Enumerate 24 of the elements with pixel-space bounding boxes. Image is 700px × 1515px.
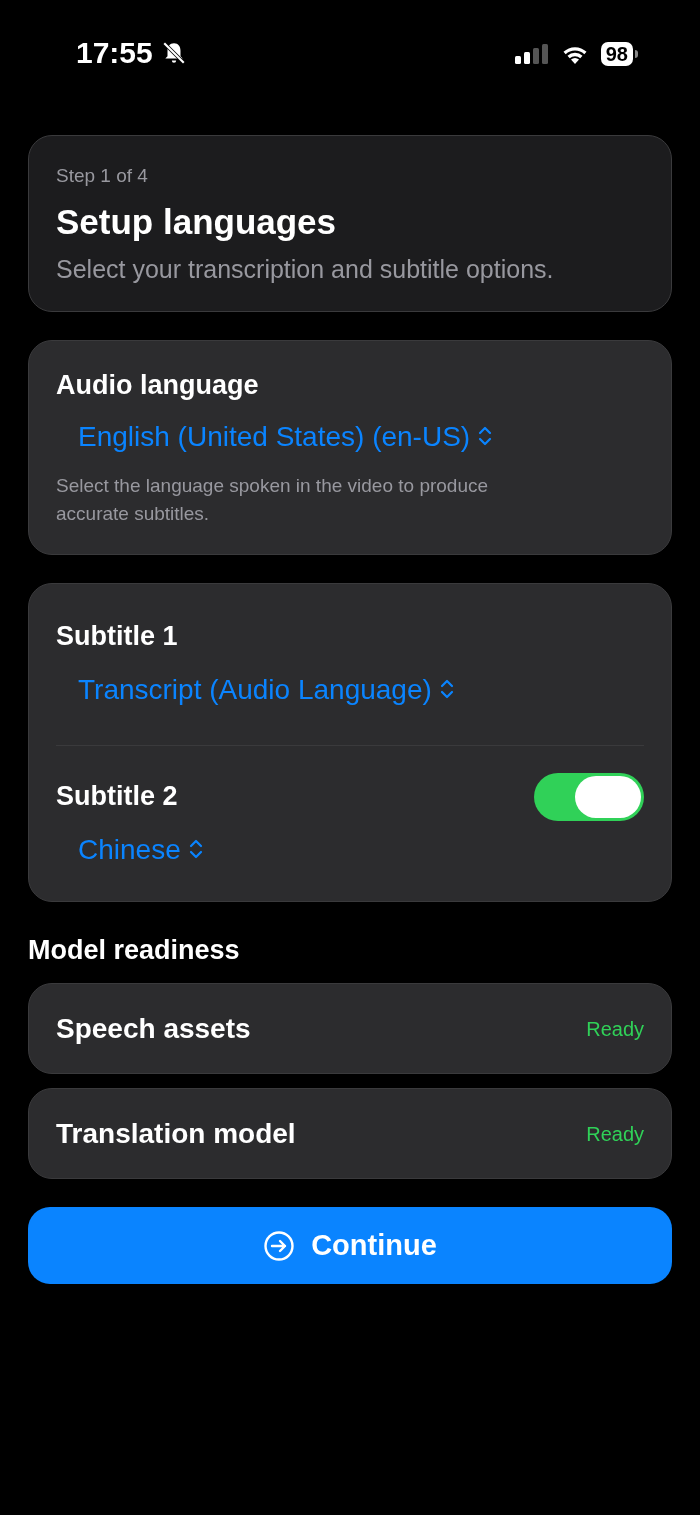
step-label: Step 1 of 4 — [56, 164, 149, 188]
language-picker[interactable]: Transcript (Audio Language) — [78, 671, 454, 707]
section-label: Subtitle 1 — [56, 619, 178, 653]
arrow-circle-icon — [263, 1229, 296, 1262]
continue-button[interactable]: Continue — [28, 1207, 672, 1285]
hint-text: Select the language spoken in the video to produce accurate subtitles. — [56, 473, 490, 526]
signal-icon — [514, 43, 549, 65]
chevron-up-down-icon — [439, 677, 454, 701]
language-picker[interactable]: Chinese — [78, 831, 203, 867]
status-time: 17:55 — [76, 38, 153, 68]
section-label: Subtitle 2 — [56, 779, 178, 813]
readiness-status: Ready — [586, 1016, 644, 1042]
toggle-switch[interactable] — [534, 772, 644, 821]
chevron-up-down-icon — [188, 837, 203, 861]
readiness-label: Translation model — [56, 1116, 296, 1151]
language-picker[interactable]: English (United States) (en-US) — [78, 418, 493, 454]
bell-slash-icon — [160, 40, 187, 66]
readiness-status: Ready — [586, 1121, 644, 1147]
section-label: Audio language — [56, 368, 260, 402]
page-subtitle: Select your transcription and subtitle options. — [56, 253, 555, 285]
chevron-up-down-icon — [478, 424, 493, 448]
section-heading: Model readiness — [28, 933, 241, 967]
page-title: Setup languages — [56, 200, 338, 243]
readiness-label: Speech assets — [56, 1011, 251, 1046]
